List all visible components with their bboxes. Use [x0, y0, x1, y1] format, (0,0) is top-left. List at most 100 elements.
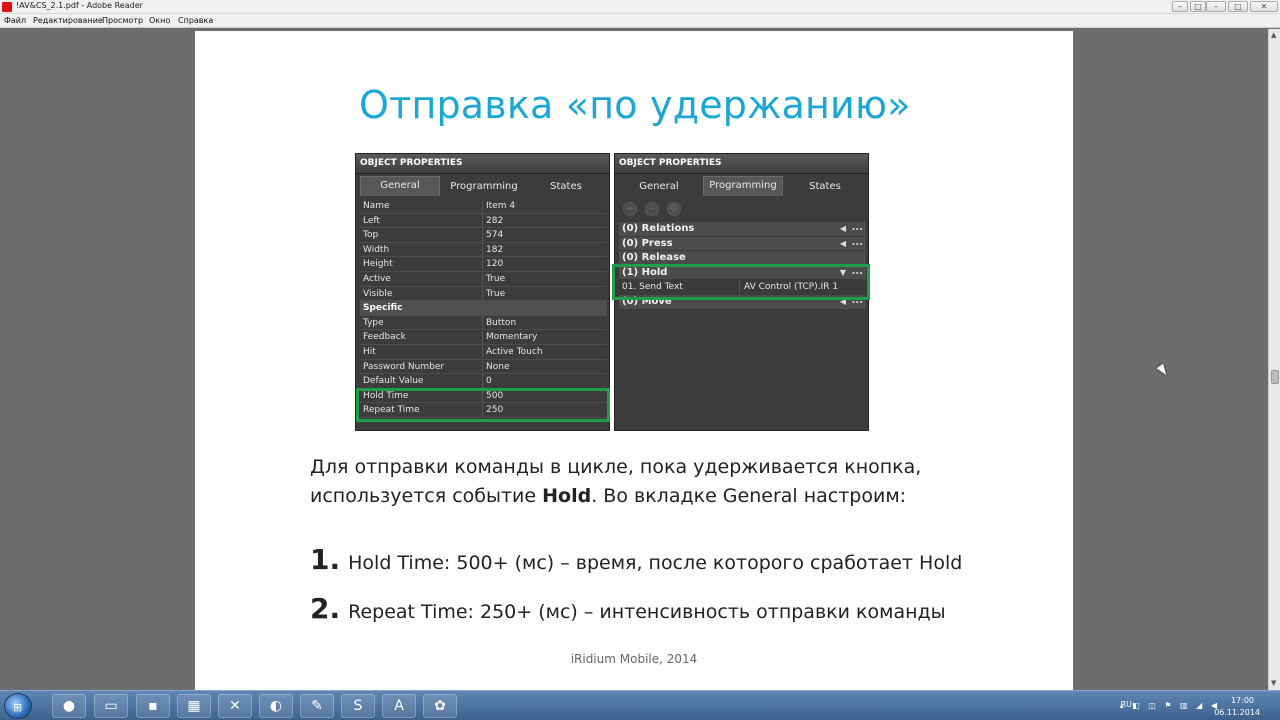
section-header-specific: Specific	[360, 301, 607, 316]
collapse-arrow-icon[interactable]: ◀	[840, 224, 846, 233]
menu-window[interactable]: Окно	[149, 16, 170, 25]
firefox-icon[interactable]: ●	[52, 694, 86, 718]
close-button[interactable]: ✕	[1250, 1, 1278, 12]
scroll-up-icon[interactable]: ▲	[1271, 31, 1276, 39]
file-explorer-icon[interactable]: ▭	[94, 694, 128, 718]
doc-minimize-button[interactable]: –	[1172, 1, 1188, 12]
section-label: Specific	[363, 303, 403, 314]
hold-event-highlight	[612, 264, 870, 300]
prop-name: Name	[363, 201, 390, 211]
menu-bar: Файл Редактирование Просмотр Окно Справк…	[0, 14, 1280, 28]
prop-value[interactable]: 0	[486, 376, 492, 386]
network-app-icon[interactable]: ✕	[218, 694, 252, 718]
collapse-arrow-icon[interactable]: ◀	[840, 239, 846, 248]
list-item: 2. Repeat Time: 250+ (мс) – интенсивность…	[310, 592, 946, 625]
tab-general[interactable]: General	[619, 178, 699, 196]
event-relations[interactable]: (0) Relations ◀...	[619, 222, 866, 237]
prop-name: Feedback	[363, 332, 406, 343]
table-row: Width 182	[360, 242, 607, 258]
window-controls: – □ ✕	[1206, 1, 1278, 12]
doc-restore-button[interactable]: □	[1190, 1, 1206, 12]
tab-states[interactable]: States	[787, 178, 863, 196]
table-row: Top 574	[360, 228, 607, 243]
scroll-down-icon[interactable]: ▼	[1271, 679, 1276, 687]
add-icon[interactable]: +	[623, 202, 637, 216]
table-row: Active True	[360, 271, 607, 287]
prop-value[interactable]: Item 4	[486, 201, 515, 211]
table-row: Default Value 0	[360, 374, 607, 389]
prop-name: Height	[363, 259, 393, 270]
slide-footer: iRidium Mobile, 2014	[570, 652, 698, 666]
event-press[interactable]: (0) Press ◀...	[619, 236, 866, 252]
title-bar: !AV&CS_2.1.pdf - Adobe Reader – □ – □ ✕	[0, 0, 1280, 14]
prop-name: Default Value	[363, 376, 424, 387]
windows-logo-icon: ⊞	[13, 701, 23, 714]
remove-icon[interactable]: −	[645, 202, 659, 216]
spreadsheet-icon[interactable]: ▦	[177, 694, 211, 718]
notepad-icon[interactable]: ✎	[300, 694, 334, 718]
panel-header: OBJECT PROPERTIES	[615, 154, 868, 174]
prop-value[interactable]: Momentary	[486, 332, 537, 342]
scroll-thumb[interactable]	[1271, 370, 1279, 384]
table-row: Password Number None	[360, 359, 607, 375]
table-row: Left 282	[360, 213, 607, 229]
window-title: !AV&CS_2.1.pdf - Adobe Reader	[16, 1, 143, 10]
tab-general[interactable]: General	[360, 176, 440, 196]
properties-table: Name Item 4 Left 282 Top 574 Width 182 Heigh…	[360, 199, 607, 418]
tab-programming[interactable]: Programming	[703, 176, 783, 196]
tab-states[interactable]: States	[528, 178, 604, 196]
hold-repeat-highlight	[356, 388, 610, 422]
table-row: Height 120	[360, 257, 607, 272]
tab-programming[interactable]: Programming	[444, 178, 524, 196]
prop-name: Left	[363, 215, 380, 226]
document-area[interactable]: Отправка «по удержанию» OBJECT PROPERTIE…	[0, 29, 1268, 690]
tray-icons[interactable]: ▴ ◧ ◫ ⚑ ▥ ◢ ◀	[1120, 701, 1220, 710]
prop-value[interactable]: Active Touch	[486, 347, 543, 357]
prop-name: Top	[363, 230, 379, 241]
table-row: Name Item 4	[360, 199, 607, 214]
prop-value[interactable]: None	[486, 362, 509, 372]
prop-name: Type	[363, 317, 384, 328]
prop-name: Hit	[363, 346, 376, 357]
menu-file[interactable]: Файл	[4, 16, 26, 25]
prop-value[interactable]: 120	[486, 259, 503, 269]
prop-name: Visible	[363, 288, 393, 299]
more-button[interactable]: ...	[852, 222, 863, 233]
prop-value[interactable]: 574	[486, 230, 503, 240]
paint-icon[interactable]: ◐	[259, 694, 293, 718]
menu-help[interactable]: Справка	[178, 16, 213, 25]
list-item: 1. Hold Time: 500+ (мс) – время, после ко…	[310, 543, 963, 576]
menu-view[interactable]: Просмотр	[102, 16, 143, 25]
acrobat-icon[interactable]: A	[382, 694, 416, 718]
prop-value[interactable]: True	[486, 274, 505, 284]
taskbar: ⊞ ● ▭ ▪ ▦ ✕ ◐ ✎ S A ✿ RU ▴ ◧ ◫ ⚑ ▥ ◢ ◀ 1…	[0, 690, 1280, 720]
adobe-reader-icon	[2, 2, 12, 12]
panel-tabs: General Programming States	[356, 174, 609, 196]
panel-tabs: General Programming States	[615, 174, 868, 196]
gear-icon[interactable]: ⚙	[667, 202, 681, 216]
panel-header: OBJECT PROPERTIES	[356, 154, 609, 174]
table-row: Visible True	[360, 286, 607, 302]
start-button[interactable]: ⊞	[4, 693, 32, 719]
prop-value[interactable]: True	[486, 289, 505, 299]
table-row: Feedback Momentary	[360, 330, 607, 345]
maximize-button[interactable]: □	[1228, 1, 1248, 12]
object-properties-general-panel: OBJECT PROPERTIES General Programming St…	[355, 153, 610, 431]
table-row: Hit Active Touch	[360, 344, 607, 360]
prop-value[interactable]: Button	[486, 318, 516, 328]
object-properties-programming-panel: OBJECT PROPERTIES General Programming St…	[612, 153, 870, 431]
minimize-button[interactable]: –	[1206, 1, 1226, 12]
menu-edit[interactable]: Редактирование	[33, 16, 103, 25]
prop-name: Active	[363, 273, 391, 284]
prop-value[interactable]: 182	[486, 245, 503, 255]
more-button[interactable]: ...	[852, 237, 863, 248]
clock-time[interactable]: 17:00	[1231, 696, 1254, 705]
prop-value[interactable]: 282	[486, 216, 503, 226]
skype-icon[interactable]: S	[341, 694, 375, 718]
iridium-icon[interactable]: ✿	[423, 694, 457, 718]
clock-date[interactable]: 06.11.2014	[1214, 708, 1260, 717]
vertical-scrollbar[interactable]: ▲ ▼	[1268, 29, 1280, 690]
pdf-page: Отправка «по удержанию» OBJECT PROPERTIE…	[195, 31, 1073, 690]
description-paragraph: Для отправки команды в цикле, пока удерж…	[310, 456, 922, 507]
save-disk-icon[interactable]: ▪	[136, 694, 170, 718]
